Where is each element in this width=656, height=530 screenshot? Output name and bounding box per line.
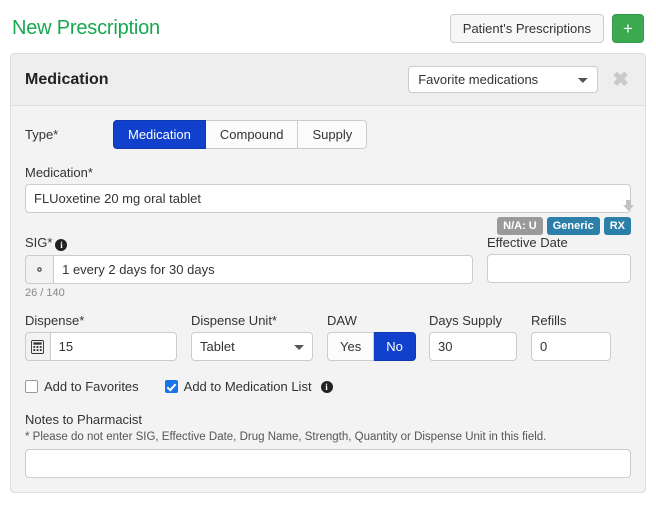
add-prescription-button[interactable]: + [612, 14, 644, 43]
checkbox-checked-icon[interactable] [164, 380, 178, 394]
effective-date-label: Effective Date [487, 235, 568, 251]
sig-label: SIG* i [25, 235, 473, 252]
sig-input-group [25, 255, 473, 285]
type-button-group: Medication Compound Supply [113, 120, 368, 149]
dispense-unit-field-group: Dispense Unit* Tablet [191, 313, 313, 362]
sig-label-text: SIG* [25, 235, 53, 251]
notes-input[interactable] [25, 449, 631, 479]
type-option-medication[interactable]: Medication [113, 120, 206, 149]
panel-heading: Medication Favorite medications ✖ [11, 54, 645, 106]
sig-char-count: 26 / 140 [25, 287, 65, 300]
panel-title: Medication [25, 70, 109, 88]
dispense-label: Dispense* [25, 313, 85, 329]
dispense-field-group: Dispense* [25, 313, 177, 362]
header-actions: Patient's Prescriptions + [449, 14, 644, 43]
add-to-medication-list-checkbox[interactable]: Add to Medication List i [164, 379, 333, 395]
add-to-favorites-label: Add to Favorites [44, 379, 139, 395]
calculator-icon[interactable] [25, 332, 50, 362]
notes-hint: * Please do not enter SIG, Effective Dat… [25, 431, 547, 444]
medication-panel: Medication Favorite medications ✖ Type* … [10, 53, 646, 494]
effective-date-input[interactable] [487, 254, 631, 284]
sig-field-group: SIG*i 26 / 140 [25, 235, 473, 299]
dispense-unit-select[interactable]: Tablet [191, 332, 313, 362]
medication-input[interactable] [25, 184, 631, 213]
days-supply-field-group: Days Supply [429, 313, 517, 362]
dispense-input-group [25, 332, 177, 362]
panel-heading-actions: Favorite medications ✖ [408, 66, 631, 93]
type-option-supply[interactable]: Supply [298, 120, 368, 149]
medication-label: Medication* [25, 165, 93, 180]
page-header: New Prescription Patient's Prescriptions… [0, 0, 656, 53]
add-to-favorites-checkbox[interactable]: Add to Favorites [25, 379, 139, 394]
medication-badges: N/A: U Generic RX [25, 217, 631, 236]
refills-label: Refills [531, 313, 567, 329]
daw-option-yes[interactable]: Yes [327, 332, 375, 362]
refills-input[interactable] [531, 332, 611, 362]
type-row: Type* Medication Compound Supply [25, 120, 631, 149]
dispense-row: Dispense* 15 Dispense Unit* Tablet DAW Y… [25, 313, 631, 362]
checkbox-unchecked-icon[interactable] [25, 380, 38, 394]
daw-option-no[interactable]: No [374, 332, 416, 362]
days-supply-label: Days Supply [429, 313, 502, 329]
dispense-input[interactable] [49, 332, 177, 362]
medication-field-group: Medication* N/A: U Generic RX [25, 165, 634, 236]
days-supply-input[interactable] [429, 332, 517, 362]
badge-rx: RX [603, 217, 631, 236]
daw-button-group: Yes No [327, 332, 416, 362]
close-icon[interactable]: ✖ [610, 70, 631, 90]
notes-block: Notes to Pharmacist * Please do not ente… [25, 412, 631, 479]
panel-body: Type* Medication Compound Supply Medicat… [11, 106, 645, 492]
sig-row: SIG*i 26 / 140 Effective Date [25, 235, 631, 299]
daw-field-group: DAW Yes No [327, 313, 416, 362]
info-icon[interactable]: i [320, 380, 333, 393]
effective-date-field-group: Effective Date [487, 235, 631, 299]
favorite-medications-select[interactable]: Favorite medications [408, 66, 599, 93]
checkbox-row: Add to Favorites Add to Medication List … [25, 379, 631, 394]
type-label: Type* [25, 127, 59, 142]
add-to-medication-list-label: Add to Medication List [183, 379, 312, 395]
medication-input-wrap [25, 184, 634, 213]
type-option-compound[interactable]: Compound [205, 120, 299, 149]
notes-label: Notes to Pharmacist [25, 412, 143, 428]
patients-prescriptions-button[interactable]: Patient's Prescriptions [449, 14, 604, 43]
sig-input[interactable] [53, 255, 473, 285]
badge-generic: Generic [546, 217, 600, 236]
gear-icon[interactable] [25, 255, 54, 285]
info-icon[interactable]: i [55, 239, 68, 252]
page-title: New Prescription [12, 17, 160, 39]
daw-label: DAW [327, 313, 357, 329]
dispense-unit-label: Dispense Unit* [191, 313, 277, 329]
badge-na: N/A: U [497, 217, 543, 236]
refills-field-group: Refills [531, 313, 611, 362]
